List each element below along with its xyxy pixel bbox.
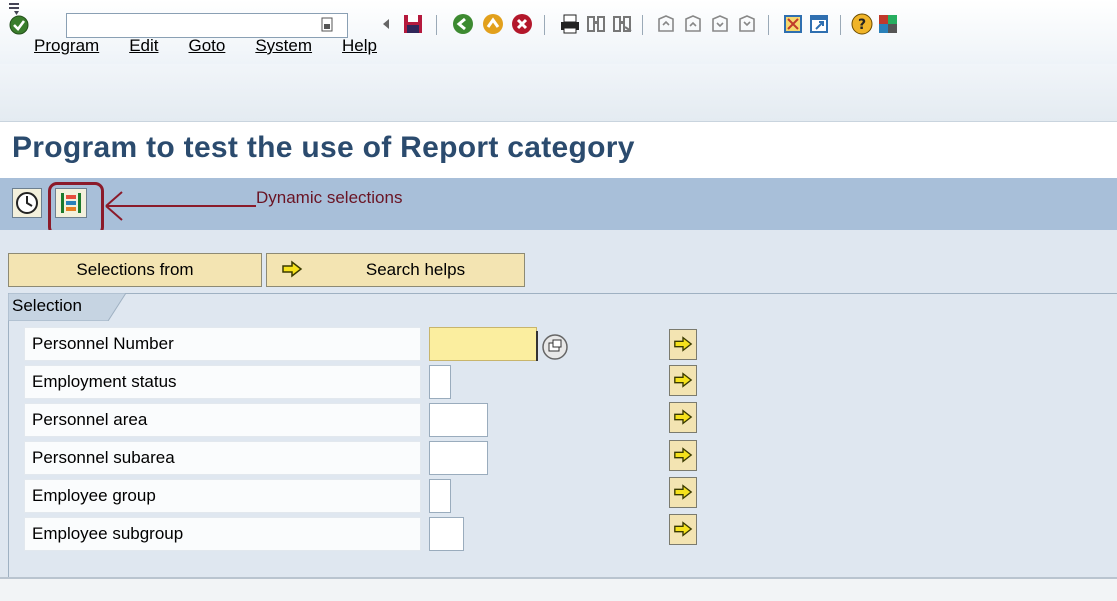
multiple-selection-button[interactable] <box>669 477 697 508</box>
previous-page-icon[interactable] <box>682 13 704 35</box>
application-toolbar <box>0 178 1117 230</box>
find-icon[interactable] <box>585 13 607 35</box>
toolbar-separator <box>544 15 545 35</box>
multiple-selection-button[interactable] <box>669 514 697 545</box>
label-personnel-subarea: Personnel subarea <box>24 441 421 475</box>
menu-item-goto[interactable]: Goto <box>188 36 240 56</box>
find-next-icon[interactable] <box>611 13 633 35</box>
menu-item-program[interactable]: Program <box>34 36 114 56</box>
arrow-right-icon <box>282 260 303 278</box>
annotation-label: Dynamic selections <box>256 188 403 207</box>
multiple-selection-button[interactable] <box>669 402 697 433</box>
toolbar-separator <box>768 15 769 35</box>
label-employment-status: Employment status <box>24 365 421 399</box>
first-page-icon[interactable] <box>655 13 677 35</box>
menu: Program Edit Goto System Help <box>34 36 407 56</box>
enter-icon[interactable] <box>9 15 29 35</box>
exit-icon[interactable] <box>482 13 504 35</box>
annotation-highlight <box>48 182 104 236</box>
multiple-selection-button[interactable] <box>669 365 697 396</box>
label-employee-group: Employee group <box>24 479 421 513</box>
next-page-icon[interactable] <box>709 13 731 35</box>
system-menu-icon[interactable] <box>8 2 22 16</box>
arrow-right-icon <box>674 521 693 537</box>
arrow-right-icon <box>674 336 693 352</box>
personnel-number-field[interactable] <box>429 327 537 361</box>
shortcut-icon[interactable] <box>808 13 830 35</box>
create-session-icon[interactable] <box>782 13 804 35</box>
execute-icon <box>16 192 38 214</box>
multiple-selection-button[interactable] <box>669 329 697 360</box>
standard-toolbar <box>0 64 1117 122</box>
customize-layout-icon[interactable] <box>877 13 899 35</box>
employment-status-field[interactable] <box>429 365 451 399</box>
search-helps-label: Search helps <box>365 260 466 279</box>
arrow-right-icon <box>674 409 693 425</box>
employee-subgroup-field[interactable] <box>429 517 464 551</box>
toolbar-separator <box>436 15 437 35</box>
arrow-right-icon <box>674 447 693 463</box>
search-helps-button[interactable]: Search helps <box>266 253 525 287</box>
print-icon[interactable] <box>559 13 581 35</box>
label-employee-subgroup: Employee subgroup <box>24 517 421 551</box>
personnel-subarea-field[interactable] <box>429 441 488 475</box>
personnel-area-field[interactable] <box>429 403 488 437</box>
toolbar-separator <box>840 15 841 35</box>
arrow-right-icon <box>674 372 693 388</box>
help-icon[interactable]: ? <box>851 13 873 35</box>
cancel-icon[interactable] <box>511 13 533 35</box>
svg-text:?: ? <box>858 17 866 33</box>
toolbar-separator <box>642 15 643 35</box>
command-history-icon[interactable] <box>321 17 334 33</box>
last-page-icon[interactable] <box>736 13 758 35</box>
back-arrow-icon[interactable] <box>376 13 398 35</box>
menu-item-system[interactable]: System <box>255 36 327 56</box>
selections-from-button[interactable]: Selections from <box>8 253 262 287</box>
page-title: Program to test the use of Report catego… <box>12 131 635 164</box>
back-icon[interactable] <box>452 13 474 35</box>
selection-frame-title: Selection <box>12 296 82 315</box>
employee-group-field[interactable] <box>429 479 451 513</box>
menu-item-edit[interactable]: Edit <box>129 36 173 56</box>
multiple-selection-button[interactable] <box>669 440 697 471</box>
save-icon[interactable] <box>402 13 424 35</box>
text-cursor <box>536 331 538 361</box>
command-field[interactable] <box>66 13 348 38</box>
menu-item-help[interactable]: Help <box>342 36 392 56</box>
arrow-right-icon <box>674 484 693 500</box>
status-bar <box>0 577 1117 601</box>
label-personnel-number: Personnel Number <box>24 327 421 361</box>
label-personnel-area: Personnel area <box>24 403 421 437</box>
execute-button[interactable] <box>12 188 42 218</box>
value-help-icon[interactable] <box>541 333 571 361</box>
